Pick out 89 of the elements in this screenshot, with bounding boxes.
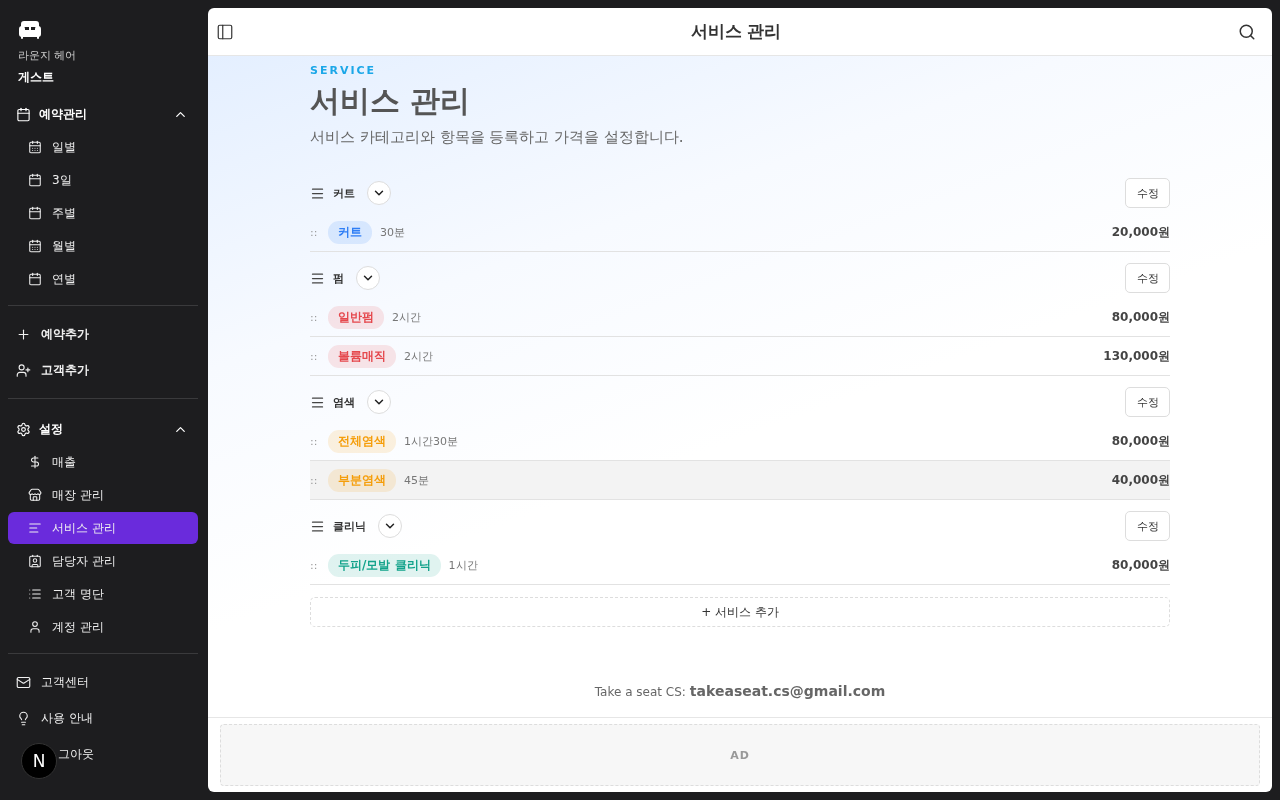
- service-price: 40,000원: [1111, 471, 1170, 489]
- expand-button[interactable]: [367, 390, 391, 414]
- calendar-icon: [28, 206, 42, 220]
- menu-icon: [310, 185, 325, 201]
- service-price: 80,000원: [1111, 556, 1170, 574]
- calendar-icon: [16, 106, 31, 122]
- service-row[interactable]: :: 부분염색 45분 40,000원: [310, 461, 1170, 500]
- support-email-link[interactable]: takeaseat.cs@gmail.com: [689, 683, 886, 699]
- dollar-icon: [28, 455, 42, 469]
- calendar-icon: [28, 272, 42, 286]
- nav-item[interactable]: 일별: [8, 131, 198, 163]
- category-name: 클리닉: [333, 518, 366, 534]
- nav-item[interactable]: 연별: [8, 263, 198, 295]
- search-button[interactable]: [1238, 22, 1256, 41]
- service-tag: 전체염색: [328, 429, 396, 453]
- service-tag: 볼륨매직: [328, 344, 396, 368]
- service-duration: 1시간30분: [404, 433, 458, 449]
- nav-section-header[interactable]: 예약관리: [8, 98, 198, 130]
- sofa-icon: [18, 18, 42, 42]
- menu-icon: [310, 270, 325, 286]
- n-badge[interactable]: N: [21, 743, 57, 779]
- service-row[interactable]: :: 볼륨매직 2시간 130,000원: [310, 337, 1170, 376]
- service-duration: 2시간: [404, 348, 433, 364]
- footer-label: Take a seat CS:: [594, 685, 686, 699]
- nav-item[interactable]: 담당자 관리: [8, 545, 198, 577]
- add-user-icon: [16, 362, 31, 378]
- nav-item[interactable]: 매장 관리: [8, 479, 198, 511]
- service-tag: 일반펌: [328, 305, 384, 329]
- edit-button[interactable]: 수정: [1125, 263, 1170, 293]
- page-title: 서비스 관리: [310, 82, 472, 120]
- service-price: 80,000원: [1111, 432, 1170, 450]
- service-price: 130,000원: [1103, 347, 1170, 365]
- page-eyebrow: SERVICE: [310, 64, 378, 77]
- nav-link[interactable]: 사용 안내: [8, 700, 198, 736]
- nav-section-header[interactable]: 설정: [8, 413, 198, 445]
- service-price: 20,000원: [1111, 223, 1170, 241]
- category-name: 염색: [333, 394, 355, 410]
- store-name: 라운지 헤어: [18, 48, 78, 63]
- nav-link[interactable]: 고객추가: [8, 352, 198, 388]
- nav-item[interactable]: 주별: [8, 197, 198, 229]
- plus-icon: [16, 326, 31, 342]
- service-price: 80,000원: [1111, 308, 1170, 326]
- nav-item[interactable]: 월별: [8, 230, 198, 262]
- service-tag: 커트: [328, 220, 372, 244]
- expand-button[interactable]: [367, 181, 391, 205]
- mail-icon: [16, 674, 31, 690]
- service-duration: 2시간: [392, 309, 421, 325]
- nav-item[interactable]: 매출: [8, 446, 198, 478]
- service-tag: 두피/모발 클리닉: [328, 553, 441, 577]
- calendar-icon: [28, 140, 42, 154]
- panel-icon: [216, 22, 234, 41]
- nav-item[interactable]: 서비스 관리: [8, 512, 198, 544]
- lines-icon: [28, 521, 42, 535]
- category-name: 펌: [333, 270, 344, 286]
- service-tag: 부분염색: [328, 468, 396, 492]
- menu-icon: [310, 518, 325, 534]
- user-name: 게스트: [18, 69, 55, 86]
- header-title: 서비스 관리: [690, 20, 782, 43]
- service-duration: 45분: [404, 472, 429, 488]
- page-subtitle: 서비스 카테고리와 항목을 등록하고 가격을 설정합니다.: [310, 128, 685, 147]
- search-icon: [1238, 22, 1256, 41]
- settings-icon: [16, 421, 31, 437]
- nav-item[interactable]: 계정 관리: [8, 611, 198, 643]
- calendar-icon: [28, 239, 42, 253]
- service-duration: 1시간: [448, 557, 478, 573]
- category-name: 커트: [333, 185, 355, 201]
- calendar-icon: [28, 173, 42, 187]
- expand-button[interactable]: [378, 514, 402, 538]
- sidebar-toggle-button[interactable]: [216, 22, 234, 41]
- lightbulb-icon: [16, 710, 31, 726]
- ad-banner: AD: [220, 724, 1260, 786]
- list-icon: [28, 587, 42, 601]
- menu-icon: [310, 394, 325, 410]
- store-icon: [28, 488, 42, 502]
- id-badge-icon: [28, 554, 42, 568]
- expand-button[interactable]: [356, 266, 380, 290]
- service-row[interactable]: :: 일반펌 2시간 80,000원: [310, 298, 1170, 337]
- add-service-button[interactable]: + 서비스 추가: [310, 597, 1170, 627]
- edit-button[interactable]: 수정: [1125, 178, 1170, 208]
- nav-item[interactable]: 고객 명단: [8, 578, 198, 610]
- edit-button[interactable]: 수정: [1125, 511, 1170, 541]
- user-icon: [28, 620, 42, 634]
- edit-button[interactable]: 수정: [1125, 387, 1170, 417]
- service-duration: 30분: [380, 224, 405, 240]
- nav-link[interactable]: 고객센터: [8, 664, 198, 700]
- nav-link[interactable]: 예약추가: [8, 316, 198, 352]
- service-row[interactable]: :: 커트 30분 20,000원: [310, 213, 1170, 252]
- service-row[interactable]: :: 두피/모발 클리닉 1시간 80,000원: [310, 546, 1170, 585]
- nav-item[interactable]: 3일: [8, 164, 198, 196]
